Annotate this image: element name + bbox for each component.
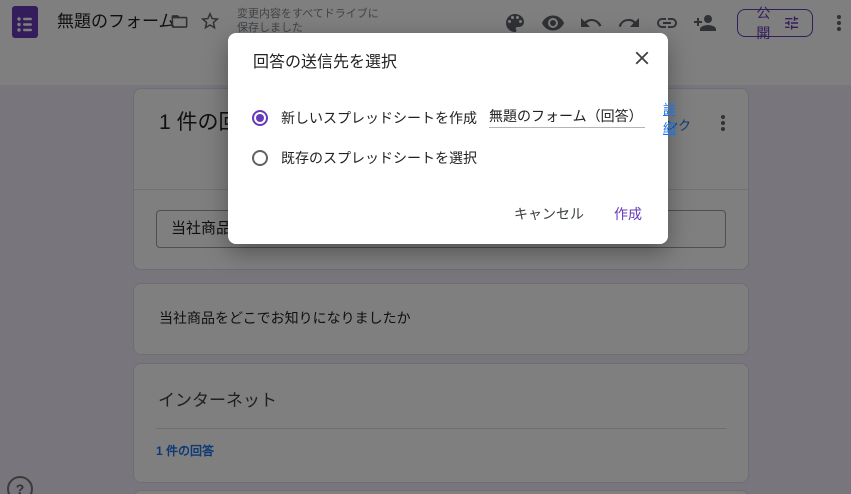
details-link[interactable]: 詳細	[663, 99, 676, 137]
option-existing-spreadsheet: 既存のスプレッドシートを選択	[252, 148, 477, 168]
option-new-label: 新しいスプレッドシートを作成	[281, 110, 477, 126]
option-existing-label: 既存のスプレッドシートを選択	[281, 150, 477, 166]
cancel-button[interactable]: キャンセル	[502, 196, 596, 232]
close-icon[interactable]	[631, 47, 653, 69]
create-button[interactable]: 作成	[602, 196, 654, 232]
sheet-name-input[interactable]	[489, 108, 645, 128]
option-new-spreadsheet: 新しいスプレッドシートを作成 詳細	[252, 99, 676, 137]
dialog-title: 回答の送信先を選択	[253, 54, 398, 71]
select-response-destination-dialog: 回答の送信先を選択 新しいスプレッドシートを作成 詳細 既存のスプレッドシートを…	[228, 33, 676, 244]
google-forms-page: 無題のフォーム 変更内容をすべてドライブに保存しました	[0, 0, 851, 494]
radio-existing-spreadsheet[interactable]	[252, 150, 268, 166]
dialog-footer: キャンセル 作成	[502, 196, 654, 232]
radio-new-spreadsheet[interactable]	[252, 110, 268, 126]
